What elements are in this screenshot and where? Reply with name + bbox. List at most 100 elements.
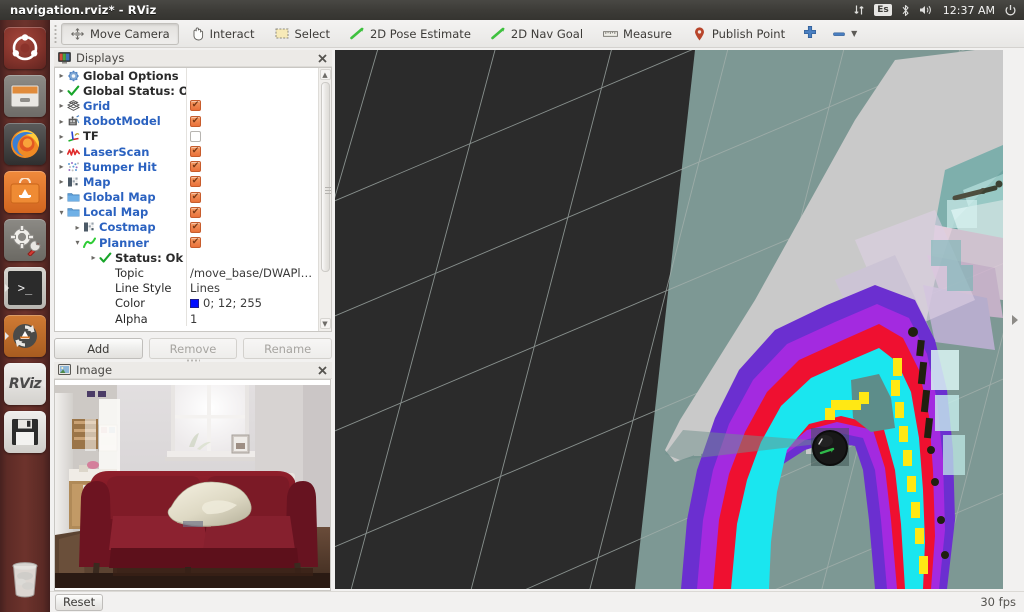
terminal-icon[interactable]: >_ (4, 267, 46, 309)
display-tree-row[interactable]: ▸ Global Status: Ok (55, 83, 318, 99)
trash-icon[interactable] (4, 558, 46, 600)
camera-image-view[interactable] (54, 379, 331, 591)
expand-arrow-closed-icon[interactable]: ▸ (57, 162, 66, 171)
rename-button[interactable]: Rename (243, 338, 333, 359)
display-enable-checkbox[interactable]: ✔ (190, 100, 201, 112)
displays-tree-scrollbar[interactable]: ▲ ▼ (318, 68, 331, 331)
remove-button[interactable]: Remove (148, 338, 238, 359)
display-enable-checkbox[interactable]: ✔ (190, 191, 201, 203)
add-button[interactable]: Add (54, 338, 143, 359)
tool-select[interactable]: Select (266, 23, 339, 45)
display-row-value[interactable] (186, 250, 318, 266)
display-enable-checkbox[interactable]: ✔ (190, 221, 201, 233)
display-row-value[interactable]: Lines (186, 280, 318, 296)
expand-arrow-closed-icon[interactable]: ▸ (57, 177, 66, 186)
view-panel-splitter[interactable] (1006, 50, 1024, 589)
ubuntu-dash-icon[interactable] (4, 27, 46, 69)
display-enable-checkbox[interactable]: ✔ (190, 206, 201, 218)
close-icon[interactable] (316, 364, 329, 377)
rviz-icon[interactable]: RViz (4, 363, 46, 405)
display-tree-row[interactable]: ▸ Global Options (55, 68, 318, 84)
display-row-value[interactable]: ✔ (186, 143, 318, 160)
network-icon[interactable] (853, 4, 865, 16)
display-tree-row[interactable]: ▸ Costmap ✔ (55, 219, 318, 236)
expand-arrow-open-icon[interactable]: ▾ (57, 208, 66, 217)
robot-icon (66, 115, 80, 128)
scrollbar-thumb[interactable] (321, 82, 331, 272)
toolbar-drag-handle[interactable] (52, 23, 59, 44)
display-tree-row[interactable]: Alpha 1 (55, 311, 318, 327)
expand-arrow-closed-icon[interactable]: ▸ (89, 253, 98, 262)
display-tree-row[interactable]: ▸ Bumper Hit ✔ (55, 159, 318, 175)
power-icon[interactable] (1004, 4, 1017, 17)
remove-tool-button[interactable] (824, 26, 850, 42)
clock-indicator[interactable]: 12:37 AM (943, 4, 995, 17)
display-enable-checkbox[interactable]: ✔ (190, 161, 201, 173)
display-row-value[interactable]: ✔ (186, 204, 318, 220)
software-center-icon[interactable] (4, 171, 46, 213)
display-tree-row[interactable]: ▸ RobotModel ✔ (55, 113, 318, 129)
tool-measure[interactable]: Measure (594, 23, 681, 45)
expand-arrow-closed-icon[interactable]: ▸ (57, 147, 66, 156)
display-row-value[interactable] (186, 128, 318, 144)
software-updater-icon[interactable] (4, 315, 46, 357)
save-disk-icon[interactable] (4, 411, 46, 453)
display-row-value[interactable]: ✔ (186, 235, 318, 251)
display-row-value[interactable]: 1 (186, 311, 318, 327)
add-tool-button[interactable] (796, 25, 824, 43)
system-settings-icon[interactable] (4, 219, 46, 261)
display-enable-checkbox[interactable]: ✔ (190, 115, 201, 127)
tool-2d-pose-estimate[interactable]: 2D Pose Estimate (341, 23, 480, 45)
display-row-value[interactable]: ✔ (186, 98, 318, 114)
display-row-value[interactable]: ✔ (186, 159, 318, 175)
display-tree-row[interactable]: ▸ Global Map ✔ (55, 189, 318, 205)
expand-arrow-closed-icon[interactable]: ▸ (57, 193, 66, 202)
expand-arrow-open-icon[interactable]: ▾ (73, 238, 82, 247)
display-row-value[interactable] (186, 68, 318, 84)
expand-arrow-closed-icon[interactable]: ▸ (57, 71, 66, 80)
displays-tree[interactable]: ▸ Global Options ▸ Global Status: Ok ▸ Grid ✔ ▸… (55, 68, 318, 331)
chevron-down-icon[interactable]: ▼ (851, 29, 857, 38)
expand-arrow-closed-icon[interactable]: ▸ (57, 132, 66, 141)
tool-interact[interactable]: Interact (181, 23, 264, 45)
keyboard-layout-indicator[interactable]: Es (874, 4, 892, 16)
display-tree-row[interactable]: ▸ TF (55, 128, 318, 144)
3d-render-view[interactable] (335, 50, 1003, 589)
display-tree-row[interactable]: Line Style Lines (55, 280, 318, 296)
display-tree-row[interactable]: ▸ Map ✔ (55, 174, 318, 190)
display-tree-row[interactable]: ▸ Grid ✔ (55, 98, 318, 114)
expand-arrow-closed-icon[interactable]: ▸ (57, 117, 66, 126)
volume-icon[interactable] (919, 4, 934, 16)
display-row-value[interactable]: /move_base/DWAPla... (186, 265, 318, 281)
expand-arrow-closed-icon[interactable]: ▸ (57, 86, 66, 95)
display-row-value[interactable]: ✔ (186, 219, 318, 236)
display-tree-row[interactable]: ▸ LaserScan ✔ (55, 143, 318, 160)
close-icon[interactable] (316, 52, 329, 65)
display-row-value[interactable]: ✔ (186, 113, 318, 129)
display-row-value[interactable]: ✔ (186, 189, 318, 205)
tool-move-camera[interactable]: Move Camera (61, 22, 179, 45)
expand-arrow-closed-icon[interactable]: ▸ (57, 101, 66, 110)
display-enable-checkbox[interactable]: ✔ (190, 176, 201, 188)
display-row-value[interactable]: 0; 12; 255 (186, 295, 318, 311)
bluetooth-icon[interactable] (901, 4, 910, 17)
display-row-value[interactable]: ✔ (186, 174, 318, 190)
firefox-icon[interactable] (4, 123, 46, 165)
scroll-up-button[interactable]: ▲ (319, 69, 331, 80)
display-enable-checkbox[interactable]: ✔ (190, 146, 201, 158)
files-icon[interactable] (4, 75, 46, 117)
reset-button[interactable]: Reset (55, 593, 104, 611)
tool-publish-point[interactable]: Publish Point (683, 23, 794, 45)
display-tree-row[interactable]: Color 0; 12; 255 (55, 295, 318, 311)
display-tree-row[interactable]: ▾ Local Map ✔ (55, 204, 318, 220)
expand-arrow-closed-icon[interactable]: ▸ (73, 223, 82, 232)
display-enable-checkbox[interactable]: ✔ (190, 237, 201, 249)
display-row-value[interactable] (186, 83, 318, 99)
display-tree-row[interactable]: Topic/move_base/DWAPla... (55, 265, 318, 281)
tool-2d-nav-goal[interactable]: 2D Nav Goal (482, 23, 592, 45)
display-tree-row[interactable]: ▾ Planner ✔ (55, 235, 318, 251)
color-swatch[interactable] (190, 298, 199, 308)
display-enable-checkbox[interactable] (190, 130, 201, 142)
scroll-down-button[interactable]: ▼ (319, 318, 331, 329)
display-tree-row[interactable]: ▸ Status: Ok (55, 250, 318, 266)
